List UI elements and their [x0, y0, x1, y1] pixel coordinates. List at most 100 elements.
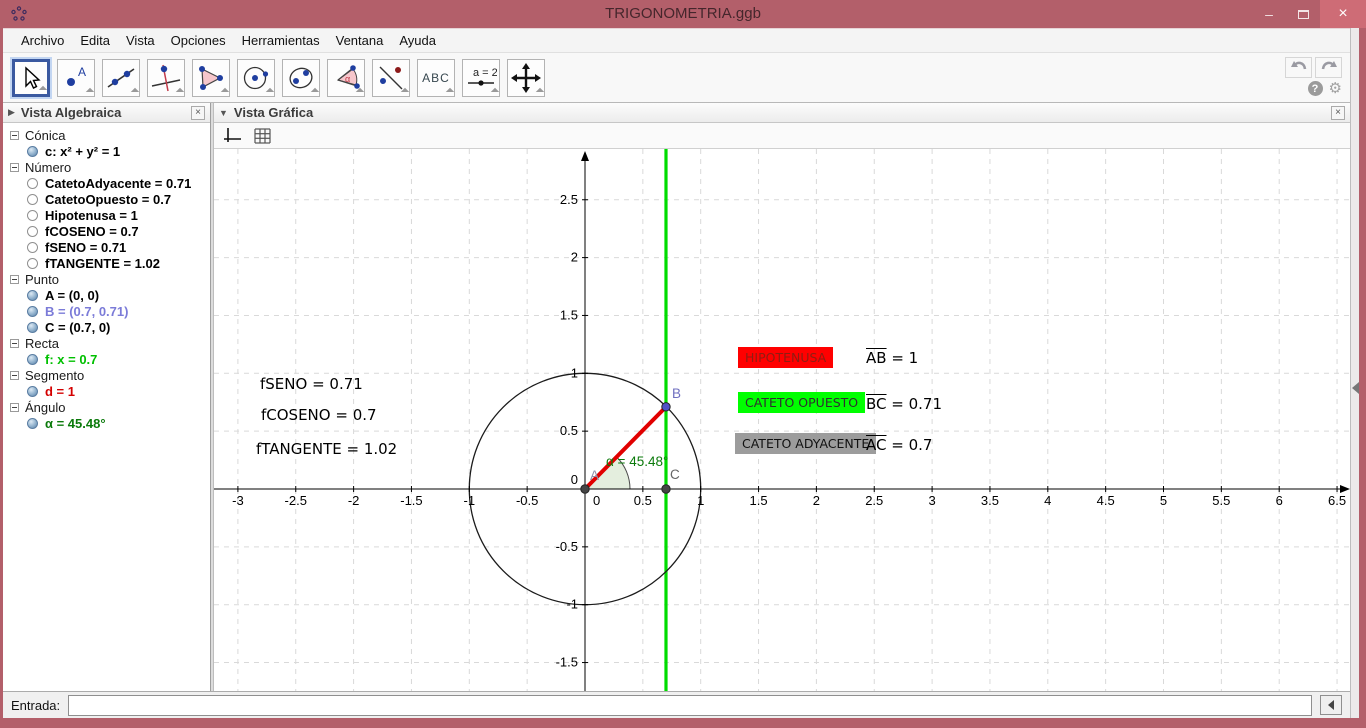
algebra-item-text: fCOSENO = 0.7: [45, 224, 139, 239]
tool-line[interactable]: [102, 59, 140, 97]
visibility-marble-icon[interactable]: [27, 258, 38, 269]
visibility-marble-icon[interactable]: [27, 194, 38, 205]
algebra-item[interactable]: CatetoAdyacente = 0.71: [3, 175, 210, 191]
collapse-minus-icon[interactable]: [10, 403, 19, 412]
algebra-item[interactable]: C = (0.7, 0): [3, 319, 210, 335]
graphics-canvas[interactable]: -3-2.5-2-1.5-1-0.50.511.522.533.544.555.…: [214, 149, 1350, 691]
graphics-close-icon[interactable]: ×: [1331, 106, 1345, 120]
visibility-marble-icon[interactable]: [27, 210, 38, 221]
visibility-marble-icon[interactable]: [27, 386, 38, 397]
collapse-minus-icon[interactable]: [10, 275, 19, 284]
toggle-axes-icon[interactable]: [222, 126, 244, 146]
algebra-item[interactable]: fSENO = 0.71: [3, 239, 210, 255]
undo-button[interactable]: [1285, 57, 1312, 78]
graphics-view-panel: ▼ Vista Gráfica ×: [214, 103, 1350, 691]
label-cateto-adyacente[interactable]: CATETO ADYACENTE: [735, 433, 876, 454]
tool-circle[interactable]: [237, 59, 275, 97]
graph-plot: -3-2.5-2-1.5-1-0.50.511.522.533.544.555.…: [214, 149, 1350, 691]
algebra-group[interactable]: Cónica: [3, 127, 210, 143]
label-cateto-opuesto[interactable]: CATETO OPUESTO: [738, 392, 865, 413]
tool-dropdown-icon[interactable]: [446, 87, 454, 95]
tool-polygon[interactable]: [192, 59, 230, 97]
point-A[interactable]: [581, 485, 589, 493]
tool-perpendicular-line[interactable]: [147, 59, 185, 97]
algebra-item[interactable]: c: x² + y² = 1: [3, 143, 210, 159]
visibility-marble-icon[interactable]: [27, 290, 38, 301]
algebra-item-text: B = (0.7, 0.71): [45, 304, 128, 319]
origin-label-x: 0: [593, 493, 600, 508]
visibility-marble-icon[interactable]: [27, 178, 38, 189]
measure-bc[interactable]: BC = 0.71: [866, 395, 942, 413]
algebra-group[interactable]: Ángulo: [3, 399, 210, 415]
algebra-item[interactable]: B = (0.7, 0.71): [3, 303, 210, 319]
menu-opciones[interactable]: Opciones: [163, 30, 234, 51]
visibility-marble-icon[interactable]: [27, 146, 38, 157]
axis-tick-label: -1: [566, 597, 578, 612]
visibility-marble-icon[interactable]: [27, 418, 38, 429]
close-button[interactable]: ×: [1320, 0, 1366, 28]
tool-move-graphics-view[interactable]: [507, 59, 545, 97]
algebra-group[interactable]: Recta: [3, 335, 210, 351]
text-ftangente[interactable]: fTANGENTE = 1.02: [256, 440, 397, 458]
algebra-group[interactable]: Segmento: [3, 367, 210, 383]
axis-tick-label: 0.5: [634, 493, 652, 508]
algebra-item[interactable]: Hipotenusa = 1: [3, 207, 210, 223]
algebra-item[interactable]: f: x = 0.7: [3, 351, 210, 367]
title-bar[interactable]: TRIGONOMETRIA.ggb – ×: [0, 0, 1366, 28]
visibility-marble-icon[interactable]: [27, 322, 38, 333]
text-fcoseno[interactable]: fCOSENO = 0.7: [261, 406, 377, 424]
tool-reflect[interactable]: [372, 59, 410, 97]
collapse-arrow-icon[interactable]: ▶: [8, 107, 15, 118]
command-input[interactable]: [68, 695, 1312, 716]
redo-button[interactable]: [1315, 57, 1342, 78]
graphics-view-title: Vista Gráfica: [234, 105, 1325, 120]
text-fseno[interactable]: fSENO = 0.71: [260, 375, 363, 393]
visibility-marble-icon[interactable]: [27, 354, 38, 365]
algebra-item[interactable]: CatetoOpuesto = 0.7: [3, 191, 210, 207]
help-icon[interactable]: ?: [1308, 81, 1323, 96]
algebra-item[interactable]: A = (0, 0): [3, 287, 210, 303]
menu-edita[interactable]: Edita: [72, 30, 118, 51]
algebra-group[interactable]: Punto: [3, 271, 210, 287]
collapse-minus-icon[interactable]: [10, 339, 19, 348]
axis-tick-label: 2.5: [560, 192, 578, 207]
collapse-minus-icon[interactable]: [10, 131, 19, 140]
point-C[interactable]: [662, 485, 670, 493]
tool-angle[interactable]: α: [327, 59, 365, 97]
menu-herramientas[interactable]: Herramientas: [234, 30, 328, 51]
collapse-minus-icon[interactable]: [10, 371, 19, 380]
menu-archivo[interactable]: Archivo: [13, 30, 72, 51]
settings-gear-icon[interactable]: ⚙: [1329, 81, 1342, 96]
toggle-grid-icon[interactable]: [252, 126, 274, 146]
collapse-minus-icon[interactable]: [10, 163, 19, 172]
sidebar-toggle-handle[interactable]: [1351, 380, 1360, 396]
algebra-close-icon[interactable]: ×: [191, 106, 205, 120]
tool-move[interactable]: [12, 59, 50, 97]
maximize-button[interactable]: [1286, 0, 1320, 28]
axis-tick-label: 6.5: [1328, 493, 1346, 508]
collapse-arrow-icon[interactable]: ▼: [219, 108, 228, 118]
tool-slider[interactable]: a = 2: [462, 59, 500, 97]
algebra-item[interactable]: d = 1: [3, 383, 210, 399]
algebra-item[interactable]: α = 45.48°: [3, 415, 210, 431]
visibility-marble-icon[interactable]: [27, 306, 38, 317]
input-help-button[interactable]: [1320, 695, 1342, 715]
minimize-button[interactable]: –: [1252, 0, 1286, 28]
origin-label-y: 0: [571, 472, 578, 487]
tool-point[interactable]: A: [57, 59, 95, 97]
menu-ventana[interactable]: Ventana: [328, 30, 392, 51]
measure-ac[interactable]: AC = 0.7: [866, 436, 932, 454]
tool-conic[interactable]: [282, 59, 320, 97]
label-hipotenusa[interactable]: HIPOTENUSA: [738, 347, 833, 368]
visibility-marble-icon[interactable]: [27, 242, 38, 253]
algebra-group[interactable]: Número: [3, 159, 210, 175]
menu-vista[interactable]: Vista: [118, 30, 163, 51]
visibility-marble-icon[interactable]: [27, 226, 38, 237]
menu-ayuda[interactable]: Ayuda: [391, 30, 444, 51]
input-bar: Entrada:: [3, 691, 1350, 718]
point-B[interactable]: [662, 403, 670, 411]
algebra-item[interactable]: fCOSENO = 0.7: [3, 223, 210, 239]
algebra-item[interactable]: fTANGENTE = 1.02: [3, 255, 210, 271]
tool-text[interactable]: ABC: [417, 59, 455, 97]
measure-ab[interactable]: AB = 1: [866, 349, 918, 367]
